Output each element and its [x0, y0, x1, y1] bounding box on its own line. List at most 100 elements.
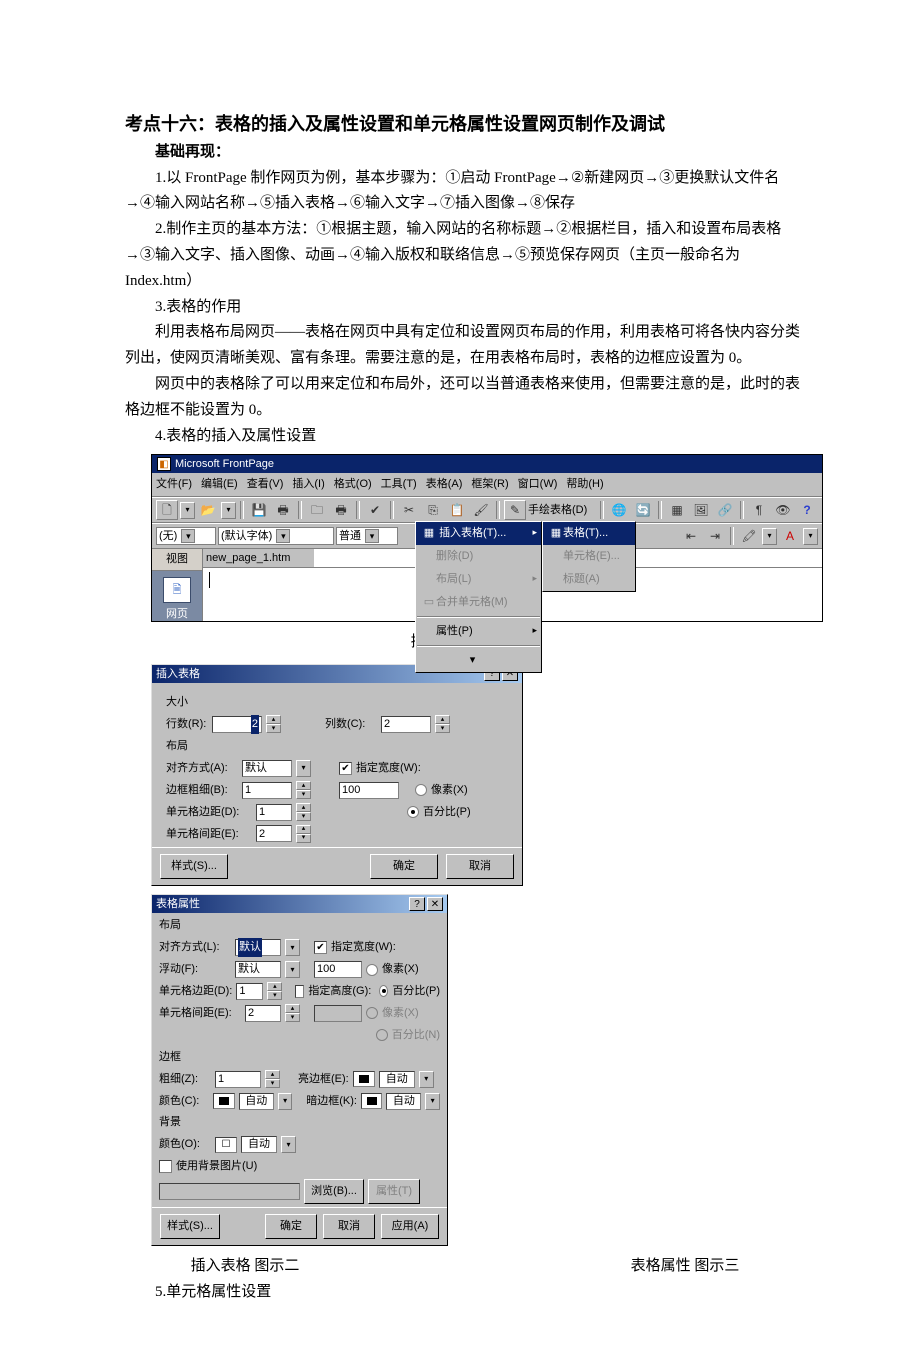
- open-icon[interactable]: 📂: [197, 500, 219, 520]
- spec-width-check[interactable]: ✔: [314, 941, 327, 954]
- style-button[interactable]: 样式(S)...: [160, 854, 228, 879]
- menu-frame[interactable]: 框架(R): [471, 475, 508, 494]
- open-dropdown[interactable]: ▾: [221, 502, 236, 519]
- bgcolor-swatch[interactable]: ☐: [215, 1137, 237, 1153]
- ok-button[interactable]: 确定: [265, 1214, 317, 1239]
- apply-button[interactable]: 应用(A): [381, 1214, 439, 1239]
- show-all-icon[interactable]: 👁: [772, 500, 794, 520]
- dark-swatch[interactable]: [361, 1093, 382, 1109]
- sidebar-item-page[interactable]: 网页: [152, 605, 202, 624]
- pad-spinner[interactable]: ▴▾: [296, 803, 311, 821]
- paste-icon[interactable]: 📋: [446, 500, 468, 520]
- bgimg-check[interactable]: [159, 1160, 172, 1173]
- menu-view[interactable]: 查看(V): [247, 475, 284, 494]
- insert-table-icon[interactable]: ▦: [666, 500, 688, 520]
- rows-spinner[interactable]: ▴▾: [266, 715, 281, 733]
- cols-input[interactable]: 2: [381, 716, 431, 733]
- toolbar-icon-a[interactable]: 🌐: [608, 500, 630, 520]
- ok-button[interactable]: 确定: [370, 854, 438, 879]
- font-color-icon[interactable]: A: [779, 526, 801, 546]
- menu-edit[interactable]: 编辑(E): [201, 475, 238, 494]
- table-menu-props[interactable]: 属性(P)▸: [416, 620, 541, 643]
- submenu-table[interactable]: ▦表格(T)...: [543, 522, 635, 545]
- bsize-spinner[interactable]: ▴▾: [265, 1070, 280, 1088]
- border-input[interactable]: 1: [242, 782, 292, 799]
- bgcolor-dropdown-icon[interactable]: ▾: [281, 1136, 296, 1153]
- highlight-icon[interactable]: 🖍: [738, 526, 760, 546]
- pixel-radio[interactable]: [415, 784, 427, 796]
- pad-input[interactable]: 1: [256, 804, 292, 821]
- spec-width-check[interactable]: ✔: [339, 762, 352, 775]
- menu-help[interactable]: 帮助(H): [566, 475, 603, 494]
- help-icon[interactable]: ?: [796, 500, 818, 520]
- copy-icon[interactable]: ⎘: [422, 500, 444, 520]
- pad-input[interactable]: 1: [236, 983, 263, 1000]
- spell-icon[interactable]: ✔: [364, 500, 386, 520]
- menu-format[interactable]: 格式(O): [334, 475, 372, 494]
- indent-right-icon[interactable]: ⇥: [704, 526, 726, 546]
- border-spinner[interactable]: ▴▾: [296, 781, 311, 799]
- font-combo[interactable]: (默认字体)▾: [218, 527, 334, 545]
- space-input[interactable]: 2: [245, 1005, 281, 1022]
- table-menu-insert[interactable]: ▦ 插入表格(T)... ▸: [416, 522, 541, 545]
- width-input[interactable]: 100: [339, 782, 399, 799]
- hyperlink-icon[interactable]: 🔗: [714, 500, 736, 520]
- show-para-icon[interactable]: ¶: [748, 500, 770, 520]
- close-icon[interactable]: ✕: [427, 897, 443, 911]
- pad-spinner[interactable]: ▴▾: [267, 982, 282, 1000]
- pixel-radio[interactable]: [366, 964, 378, 976]
- cols-spinner[interactable]: ▴▾: [435, 715, 450, 733]
- bcolor-swatch[interactable]: [213, 1093, 234, 1109]
- style-button[interactable]: 样式(S)...: [160, 1214, 220, 1239]
- dark-dropdown-icon[interactable]: ▾: [425, 1093, 440, 1110]
- bsize-input[interactable]: 1: [215, 1071, 261, 1088]
- indent-left-icon[interactable]: ⇤: [680, 526, 702, 546]
- new-dropdown[interactable]: ▾: [180, 502, 195, 519]
- table-submenu[interactable]: ▦表格(T)... 单元格(E)... 标题(A): [542, 521, 636, 592]
- fp-tab[interactable]: new_page_1.htm: [203, 549, 314, 569]
- menu-file[interactable]: 文件(F): [156, 475, 192, 494]
- format-painter-icon[interactable]: 🖌: [470, 500, 492, 520]
- spec-height-check[interactable]: [295, 985, 305, 998]
- space-input[interactable]: 2: [256, 825, 292, 842]
- fp-menubar[interactable]: 文件(F) 编辑(E) 查看(V) 插入(I) 格式(O) 工具(T) 表格(A…: [152, 473, 822, 497]
- table-menu-more[interactable]: ▾: [416, 649, 541, 672]
- menu-tools[interactable]: 工具(T): [381, 475, 417, 494]
- menu-insert[interactable]: 插入(I): [292, 475, 324, 494]
- align-combo[interactable]: 默认: [242, 760, 292, 777]
- percent-radio[interactable]: [407, 806, 419, 818]
- highlight-dropdown[interactable]: ▾: [762, 528, 777, 545]
- folder-icon[interactable]: 🗀: [306, 500, 328, 520]
- cut-icon[interactable]: ✂: [398, 500, 420, 520]
- new-icon[interactable]: 🗋: [156, 500, 178, 520]
- draw-table-icon[interactable]: ✎: [504, 500, 526, 520]
- menu-window[interactable]: 窗口(W): [518, 475, 558, 494]
- percent-radio[interactable]: [379, 985, 388, 997]
- float-combo[interactable]: 默认: [235, 961, 281, 978]
- publish-icon[interactable]: 🖶: [272, 500, 294, 520]
- light-swatch[interactable]: [353, 1071, 375, 1087]
- help-button-icon[interactable]: ?: [409, 897, 425, 911]
- insert-image-icon[interactable]: 🖼: [690, 500, 712, 520]
- space-spinner[interactable]: ▴▾: [296, 825, 311, 843]
- page-icon[interactable]: 🗎: [163, 577, 191, 603]
- font-color-dropdown[interactable]: ▾: [803, 528, 818, 545]
- save-icon[interactable]: 💾: [248, 500, 270, 520]
- size-combo[interactable]: 普通▾: [336, 527, 398, 545]
- toolbar-icon-b[interactable]: 🔄: [632, 500, 654, 520]
- draw-table-label[interactable]: 手绘表格(D): [528, 501, 587, 520]
- bcolor-dropdown-icon[interactable]: ▾: [278, 1093, 293, 1110]
- cancel-button[interactable]: 取消: [323, 1214, 375, 1239]
- align-combo[interactable]: 默认: [235, 939, 281, 956]
- width-input[interactable]: 100: [314, 961, 362, 978]
- align-dropdown-icon[interactable]: ▾: [296, 760, 311, 777]
- float-dropdown-icon[interactable]: ▾: [285, 961, 300, 978]
- print-icon[interactable]: 🖶: [330, 500, 352, 520]
- space-spinner[interactable]: ▴▾: [285, 1004, 300, 1022]
- light-dropdown-icon[interactable]: ▾: [419, 1071, 434, 1088]
- browse-button[interactable]: 浏览(B)...: [304, 1179, 364, 1204]
- align-dropdown-icon[interactable]: ▾: [285, 939, 300, 956]
- rows-input[interactable]: 2: [212, 716, 262, 733]
- cancel-button[interactable]: 取消: [446, 854, 514, 879]
- style-combo[interactable]: (无)▾: [156, 527, 216, 545]
